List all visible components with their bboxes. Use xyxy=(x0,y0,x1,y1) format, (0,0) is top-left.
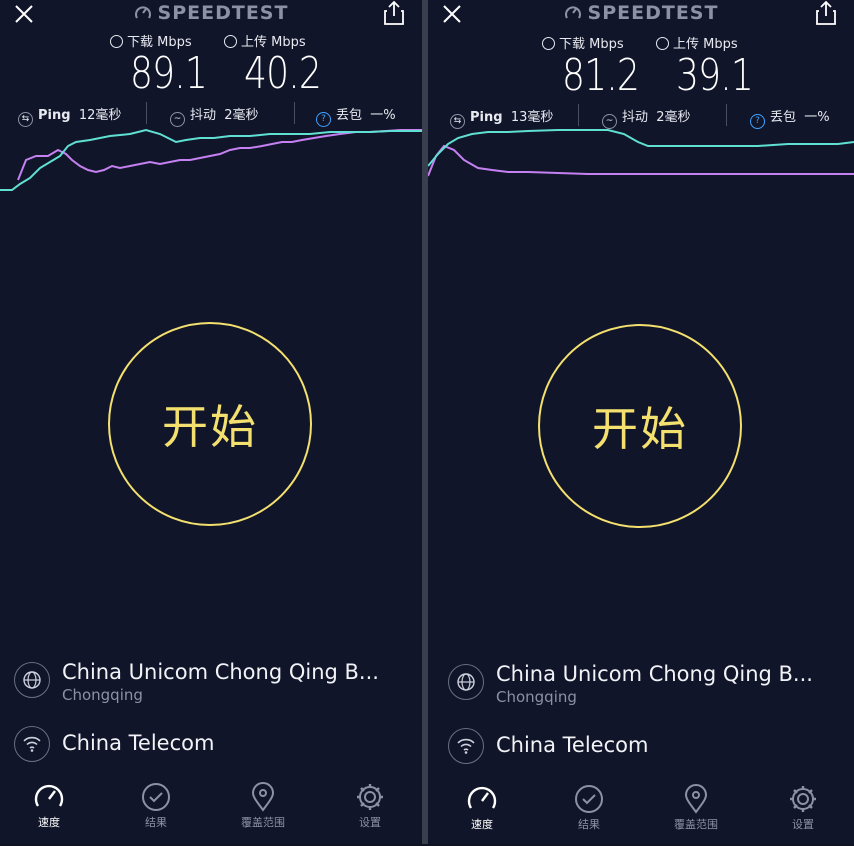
share-icon[interactable] xyxy=(382,0,406,26)
server-location: Chongqing xyxy=(496,688,577,706)
nav-speed[interactable]: 速度 xyxy=(452,784,512,832)
isp-name: China Telecom xyxy=(62,731,215,755)
server-location: Chongqing xyxy=(62,686,143,704)
nav-results[interactable]: 结果 xyxy=(559,784,619,832)
download-value: 81.2 xyxy=(562,50,640,101)
download-arrow-icon xyxy=(542,37,555,50)
isp-row: China Telecom xyxy=(448,726,844,770)
bottom-nav: 速度 结果 覆盖范围 设置 xyxy=(428,784,854,846)
share-icon[interactable] xyxy=(814,0,838,26)
download-value: 89.1 xyxy=(130,48,208,99)
location-pin-icon xyxy=(684,784,708,814)
start-button[interactable]: 开始 xyxy=(538,324,742,528)
upload-value: 39.1 xyxy=(676,50,754,101)
globe-icon xyxy=(14,662,50,698)
isp-row: China Telecom xyxy=(14,724,412,768)
nav-coverage[interactable]: 覆盖范围 xyxy=(233,782,293,830)
speedtest-gauge-icon xyxy=(564,6,581,19)
nav-results[interactable]: 结果 xyxy=(126,782,186,830)
brand-title: SPEEDTEST xyxy=(0,2,422,24)
check-circle-icon xyxy=(575,785,603,813)
speedtest-gauge-icon xyxy=(134,6,151,19)
upload-value: 40.2 xyxy=(244,48,322,99)
nav-coverage[interactable]: 覆盖范围 xyxy=(666,784,726,832)
speedtest-screen-right: SPEEDTEST 下载 Mbps 上传 Mbps 81.2 39.1 ⇆ Pin… xyxy=(428,0,854,844)
server-selector[interactable]: China Unicom Chong Qing B... Chongqing xyxy=(14,660,412,704)
gear-icon xyxy=(357,784,383,810)
nav-settings[interactable]: 设置 xyxy=(340,782,400,830)
bottom-nav: 速度 结果 覆盖范围 设置 xyxy=(0,782,422,844)
server-name: China Unicom Chong Qing B... xyxy=(62,660,379,684)
gear-icon xyxy=(790,786,816,812)
speedtest-screen-left: SPEEDTEST 下载 Mbps 上传 Mbps 89.1 40.2 ⇆ Pin… xyxy=(0,0,422,844)
server-name: China Unicom Chong Qing B... xyxy=(496,662,813,686)
wifi-icon xyxy=(448,728,484,764)
download-arrow-icon xyxy=(110,35,123,48)
speed-gauge-icon xyxy=(467,786,497,809)
upload-arrow-icon xyxy=(224,35,237,48)
nav-speed[interactable]: 速度 xyxy=(19,782,79,830)
brand-title: SPEEDTEST xyxy=(428,2,854,24)
upload-arrow-icon xyxy=(656,37,669,50)
upload-graph-line xyxy=(428,144,854,177)
speed-graph xyxy=(0,128,422,191)
isp-name: China Telecom xyxy=(496,733,649,757)
download-graph-line xyxy=(428,129,854,167)
server-selector[interactable]: China Unicom Chong Qing B... Chongqing xyxy=(448,662,844,706)
start-button[interactable]: 开始 xyxy=(108,322,312,526)
wifi-icon xyxy=(14,726,50,762)
speed-gauge-icon xyxy=(34,784,64,807)
globe-icon xyxy=(448,664,484,700)
check-circle-icon xyxy=(142,783,170,811)
nav-settings[interactable]: 设置 xyxy=(773,784,833,832)
location-pin-icon xyxy=(251,782,275,812)
download-graph-line xyxy=(0,128,422,191)
speed-graph xyxy=(428,129,854,177)
